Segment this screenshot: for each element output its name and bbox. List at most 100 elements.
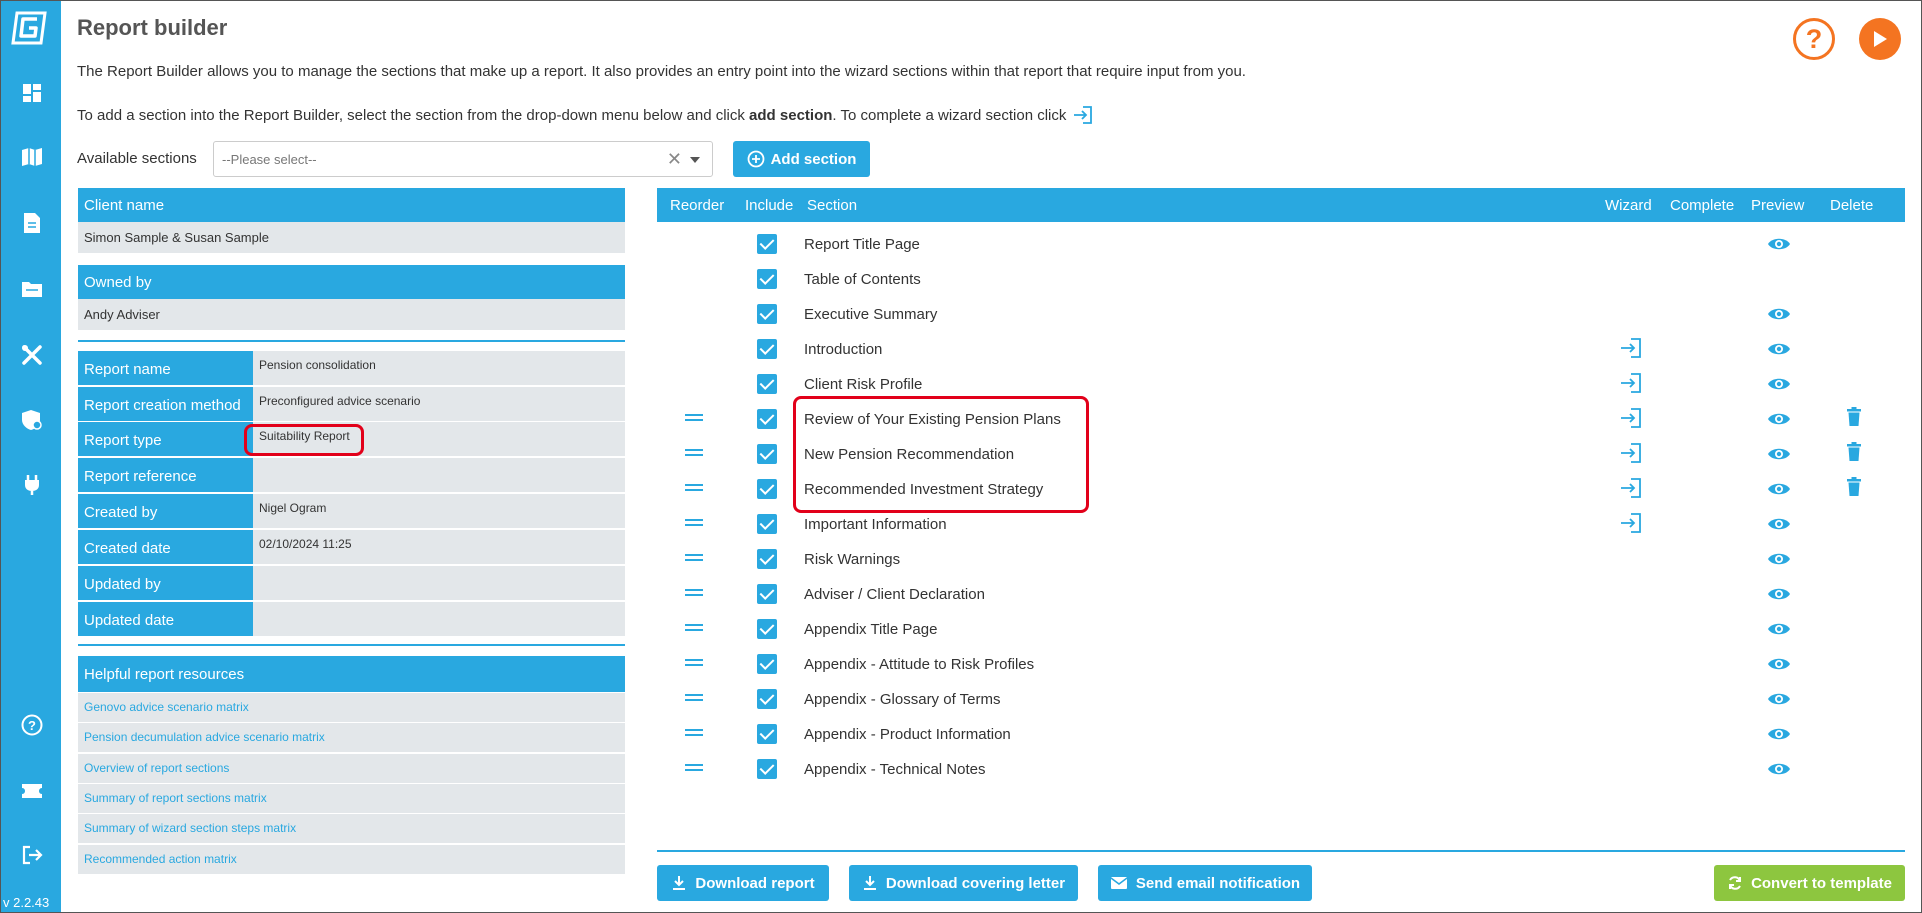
drag-handle-icon[interactable] <box>685 620 703 634</box>
preview-eye-icon[interactable] <box>1767 550 1791 568</box>
preview-eye-icon[interactable] <box>1767 445 1791 463</box>
preview-eye-icon[interactable] <box>1767 620 1791 638</box>
send-email-button[interactable]: Send email notification <box>1098 865 1312 901</box>
drag-handle-icon[interactable] <box>685 725 703 739</box>
divider <box>78 644 625 646</box>
preview-eye-icon[interactable] <box>1767 585 1791 603</box>
play-button[interactable] <box>1859 18 1901 60</box>
drag-handle-icon[interactable] <box>685 480 703 494</box>
wizard-enter-icon[interactable] <box>1619 442 1643 466</box>
app-logo[interactable] <box>11 9 49 47</box>
include-checkbox[interactable] <box>757 304 777 324</box>
preview-eye-icon[interactable] <box>1767 725 1791 743</box>
preview-eye-icon[interactable] <box>1767 760 1791 778</box>
help-icon[interactable]: ? <box>20 713 44 737</box>
resource-link[interactable]: Overview of report sections <box>78 753 625 783</box>
sidebar: ? v 2.2.43 <box>1 1 61 912</box>
select-placeholder: --Please select-- <box>222 151 317 167</box>
table-row: Risk Warnings <box>657 542 1905 577</box>
preview-eye-icon[interactable] <box>1767 235 1791 253</box>
download-report-button[interactable]: Download report <box>657 865 829 901</box>
email-icon <box>1110 877 1128 889</box>
table-row: New Pension Recommendation <box>657 437 1905 472</box>
add-section-button[interactable]: Add section <box>733 141 870 177</box>
include-checkbox[interactable] <box>757 374 777 394</box>
folder-icon[interactable] <box>20 277 44 301</box>
add-section-label: Add section <box>770 150 857 168</box>
convert-to-template-button[interactable]: Convert to template <box>1714 865 1905 901</box>
table-row: Executive Summary <box>657 297 1905 332</box>
table-row: Adviser / Client Declaration <box>657 577 1905 612</box>
report-info-label: Report creation method <box>78 387 253 421</box>
intro-instructions-suffix: . To complete a wizard section click <box>832 106 1067 124</box>
help-button[interactable]: ? <box>1793 18 1835 60</box>
include-checkbox[interactable] <box>757 234 777 254</box>
include-checkbox[interactable] <box>757 444 777 464</box>
report-info-value <box>253 458 625 492</box>
trash-icon[interactable] <box>1846 477 1866 501</box>
ticket-icon[interactable] <box>20 779 44 803</box>
include-checkbox[interactable] <box>757 689 777 709</box>
resource-link[interactable]: Pension decumulation advice scenario mat… <box>78 723 625 753</box>
include-checkbox[interactable] <box>757 584 777 604</box>
include-checkbox[interactable] <box>757 654 777 674</box>
wizard-enter-icon[interactable] <box>1619 512 1643 536</box>
logout-icon[interactable] <box>20 843 44 867</box>
wizard-enter-icon[interactable] <box>1619 372 1643 396</box>
wizard-enter-icon[interactable] <box>1619 407 1643 431</box>
include-checkbox[interactable] <box>757 479 777 499</box>
drag-handle-icon[interactable] <box>685 760 703 774</box>
preview-eye-icon[interactable] <box>1767 305 1791 323</box>
shield-settings-icon[interactable] <box>20 408 44 432</box>
table-row: Appendix - Technical Notes <box>657 752 1905 787</box>
resource-link[interactable]: Recommended action matrix <box>78 844 625 874</box>
trash-icon[interactable] <box>1846 442 1866 466</box>
include-checkbox[interactable] <box>757 339 777 359</box>
drag-handle-icon[interactable] <box>685 550 703 564</box>
col-preview-header: Preview <box>1751 197 1805 214</box>
preview-eye-icon[interactable] <box>1767 340 1791 358</box>
tools-icon[interactable] <box>20 343 44 367</box>
client-name-header: Client name <box>78 188 625 222</box>
chevron-down-icon[interactable] <box>690 157 700 163</box>
section-name: Client Risk Profile <box>804 376 923 393</box>
preview-eye-icon[interactable] <box>1767 375 1791 393</box>
dashboard-icon[interactable] <box>20 81 44 105</box>
col-section-header: Section <box>807 197 858 214</box>
available-sections-select[interactable]: --Please select-- ✕ <box>213 141 713 177</box>
col-delete-header: Delete <box>1830 197 1874 214</box>
download-icon <box>673 876 686 890</box>
include-checkbox[interactable] <box>757 409 777 429</box>
include-checkbox[interactable] <box>757 549 777 569</box>
preview-eye-icon[interactable] <box>1767 480 1791 498</box>
include-checkbox[interactable] <box>757 514 777 534</box>
sections-table-header: Reorder Include Section Wizard Complete Previ… <box>657 188 1905 222</box>
drag-handle-icon[interactable] <box>685 585 703 599</box>
preview-eye-icon[interactable] <box>1767 655 1791 673</box>
resource-link[interactable]: Genovo advice scenario matrix <box>78 693 625 722</box>
report-info-label: Report type <box>78 422 253 456</box>
report-info-value: Nigel Ogram <box>253 494 625 528</box>
wizard-enter-icon[interactable] <box>1619 337 1643 361</box>
drag-handle-icon[interactable] <box>685 690 703 704</box>
include-checkbox[interactable] <box>757 724 777 744</box>
drag-handle-icon[interactable] <box>685 655 703 669</box>
include-checkbox[interactable] <box>757 619 777 639</box>
preview-eye-icon[interactable] <box>1767 515 1791 533</box>
wizard-enter-icon[interactable] <box>1619 477 1643 501</box>
drag-handle-icon[interactable] <box>685 515 703 529</box>
book-map-icon[interactable] <box>20 145 44 169</box>
download-covering-letter-button[interactable]: Download covering letter <box>849 865 1078 901</box>
document-icon[interactable] <box>20 211 44 235</box>
plug-icon[interactable] <box>20 473 44 497</box>
preview-eye-icon[interactable] <box>1767 410 1791 428</box>
resource-link[interactable]: Summary of report sections matrix <box>78 783 625 813</box>
trash-icon[interactable] <box>1846 407 1866 431</box>
drag-handle-icon[interactable] <box>685 445 703 459</box>
include-checkbox[interactable] <box>757 759 777 779</box>
clear-icon[interactable]: ✕ <box>667 149 682 170</box>
preview-eye-icon[interactable] <box>1767 690 1791 708</box>
resource-link[interactable]: Summary of wizard section steps matrix <box>78 814 625 844</box>
drag-handle-icon[interactable] <box>685 410 703 424</box>
include-checkbox[interactable] <box>757 269 777 289</box>
